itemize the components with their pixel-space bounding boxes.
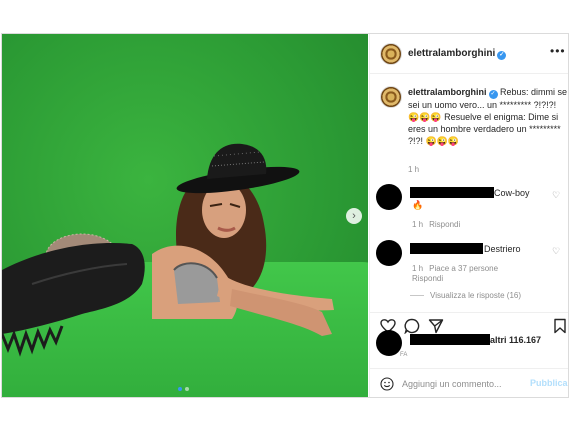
reply-link[interactable]: Rispondi xyxy=(429,220,460,229)
avatar[interactable] xyxy=(380,86,402,108)
comment-input[interactable] xyxy=(402,377,517,391)
comment-meta: 1 h Rispondi xyxy=(412,220,461,229)
reply-link[interactable]: Rispondi xyxy=(412,274,443,283)
comment-text: Destriero xyxy=(484,244,521,254)
view-replies-link[interactable]: Visualizza le risposte (16) xyxy=(410,291,521,300)
username-link[interactable]: elettralamborghini ✓ xyxy=(408,48,507,60)
caption-username[interactable]: elettralamborghini xyxy=(408,87,487,97)
replies-divider xyxy=(410,295,424,297)
redacted-liker-name xyxy=(410,334,490,345)
comment-likes-link[interactable]: Piace a 37 persone xyxy=(429,264,498,273)
verified-badge-icon: ✓ xyxy=(497,51,507,60)
redacted-username xyxy=(410,243,483,254)
redacted-username xyxy=(410,187,494,198)
verified-badge-icon: ✓ xyxy=(488,90,498,99)
post-date: FA xyxy=(400,352,408,358)
instagram-post: › elettralamborghini ✓ ••• elettralamborg… xyxy=(1,33,569,398)
caption-time: 1 h xyxy=(408,165,420,174)
likes-count[interactable]: altri 116.167 xyxy=(490,335,541,345)
avatar[interactable] xyxy=(380,43,402,65)
post-side-panel: elettralamborghini ✓ ••• elettralamborghi… xyxy=(369,34,568,397)
bookmark-icon[interactable] xyxy=(552,318,568,334)
carousel-dot-1 xyxy=(178,387,182,391)
emoji-smile-icon[interactable] xyxy=(380,377,394,391)
comment-icon[interactable] xyxy=(404,318,420,334)
post-header: elettralamborghini ✓ ••• xyxy=(370,34,568,74)
more-options-icon[interactable]: ••• xyxy=(550,44,566,58)
redacted-avatar xyxy=(376,184,402,210)
woman-cowboy-hat-figure xyxy=(2,143,334,357)
publish-button[interactable]: Pubblica xyxy=(530,378,568,388)
redacted-avatar xyxy=(376,240,402,266)
carousel-dots xyxy=(178,387,189,391)
caption-text: elettralamborghini ✓ Rebus: dimmi se sei … xyxy=(408,86,568,147)
carousel-dot-2 xyxy=(185,387,189,391)
share-icon[interactable] xyxy=(428,318,444,334)
like-comment-heart-icon[interactable]: ♡ xyxy=(552,190,560,201)
chevron-right-icon: › xyxy=(352,209,356,222)
next-photo-button[interactable]: › xyxy=(346,208,362,224)
post-photo[interactable]: › xyxy=(2,34,368,397)
comment-meta: 1 h Piace a 37 persone xyxy=(412,264,499,273)
like-comment-heart-icon[interactable]: ♡ xyxy=(552,246,560,257)
comment-text: Cow-boy xyxy=(494,188,530,198)
fire-emoji: 🔥 xyxy=(412,200,424,210)
redacted-liker-avatar xyxy=(376,330,402,356)
add-comment-bar: Pubblica xyxy=(370,368,568,397)
